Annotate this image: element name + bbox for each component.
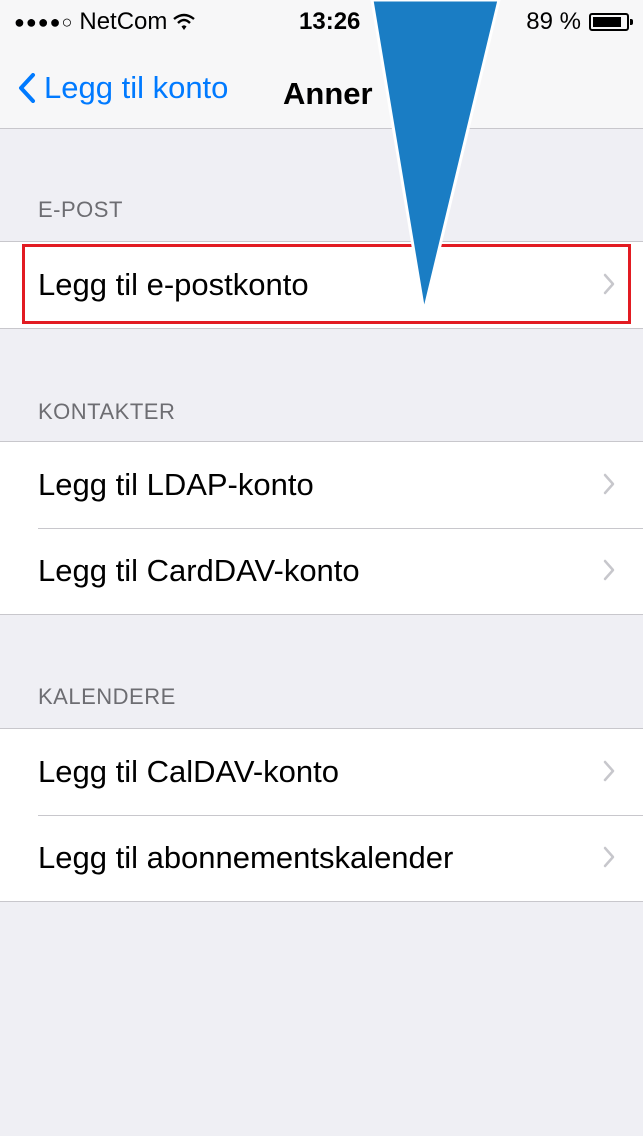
battery-icon <box>589 13 633 31</box>
status-time: 13:26 <box>299 8 361 35</box>
group-epost: Legg til e-postkonto <box>0 241 643 329</box>
chevron-right-icon <box>603 473 615 495</box>
group-kontakter: Legg til LDAP-konto Legg til CardDAV-kon… <box>0 441 643 615</box>
page-title: Anner <box>283 76 373 111</box>
row-label: Legg til e-postkonto <box>38 267 309 302</box>
status-bar: ●●●●○ NetCom 13:26 89 % <box>0 0 643 40</box>
row-label: Legg til CardDAV-konto <box>38 553 360 588</box>
carrier-name: NetCom <box>79 8 168 35</box>
row-label: Legg til abonnementskalender <box>38 840 454 875</box>
back-button[interactable]: Legg til konto <box>18 70 228 106</box>
status-right: 89 % <box>526 8 633 36</box>
chevron-right-icon <box>603 760 615 782</box>
chevron-right-icon <box>603 273 615 295</box>
row-add-carddav-account[interactable]: Legg til CardDAV-konto <box>0 528 643 614</box>
battery-percent: 89 % <box>526 8 581 35</box>
row-label: Legg til CalDAV-konto <box>38 754 339 789</box>
row-add-subscribed-calendar[interactable]: Legg til abonnementskalender <box>0 815 643 901</box>
section-header-kontakter: KONTAKTER <box>38 399 176 424</box>
row-add-ldap-account[interactable]: Legg til LDAP-konto <box>0 442 643 528</box>
section-header-epost: E-POST <box>38 197 123 222</box>
chevron-right-icon <box>603 846 615 868</box>
signal-dots-icon: ●●●●○ <box>14 11 74 32</box>
chevron-right-icon <box>603 559 615 581</box>
row-add-email-account[interactable]: Legg til e-postkonto <box>0 242 643 328</box>
row-add-caldav-account[interactable]: Legg til CalDAV-konto <box>0 729 643 815</box>
row-label: Legg til LDAP-konto <box>38 467 314 502</box>
back-chevron-icon <box>19 73 35 103</box>
battery-fill <box>593 17 621 27</box>
status-left: ●●●●○ NetCom <box>14 8 196 36</box>
wifi-icon <box>173 13 196 30</box>
navigation-bar: Legg til konto Anner <box>0 40 643 129</box>
section-header-kalendere: KALENDERE <box>38 684 176 709</box>
back-label: Legg til konto <box>44 70 229 105</box>
group-kalendere: Legg til CalDAV-konto Legg til abonnemen… <box>0 728 643 902</box>
